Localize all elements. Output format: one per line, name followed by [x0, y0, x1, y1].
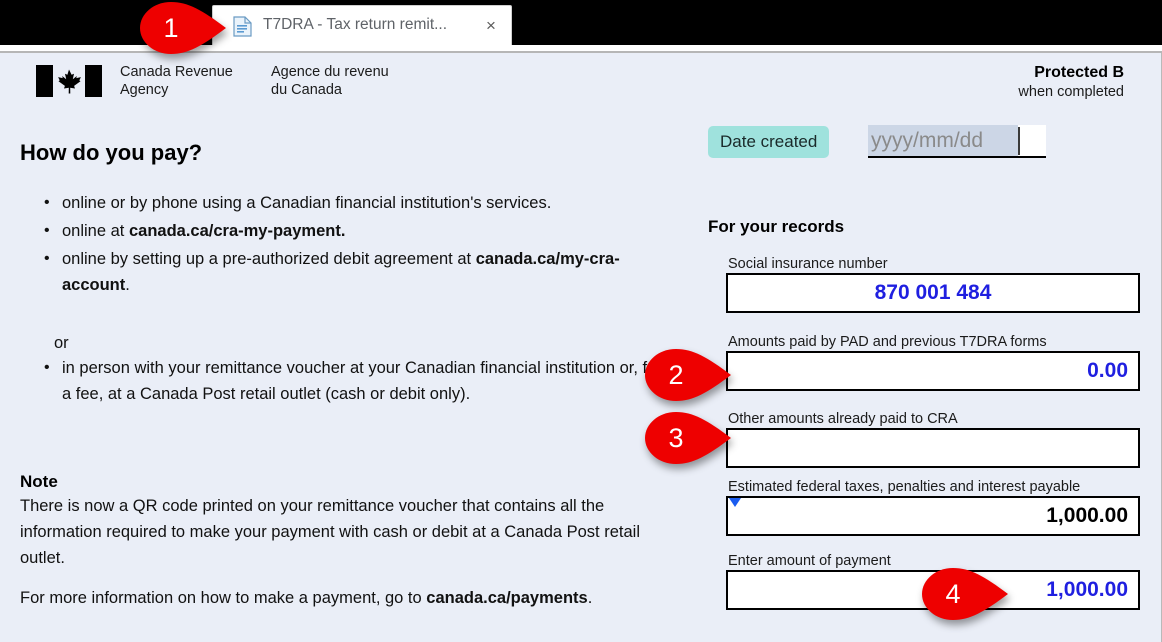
org-en-line1: Canada Revenue — [120, 64, 233, 80]
more-info-suffix: . — [587, 589, 593, 607]
date-created-placeholder: yyyy/mm/dd — [868, 125, 1018, 156]
browser-tab[interactable]: T7DRA - Tax return remit... × — [212, 5, 512, 45]
document-icon — [233, 16, 252, 37]
org-name-french: Agence du revenu du Canada — [271, 63, 389, 99]
page-title: How do you pay? — [20, 140, 203, 165]
or-separator: or — [54, 334, 69, 352]
annotation-number: 4 — [945, 578, 961, 609]
field-input[interactable] — [726, 428, 1140, 468]
in-person-bullet: in person with your remittance voucher a… — [44, 355, 664, 407]
field-value: 1,000.00 — [1046, 504, 1128, 527]
note-text: There is now a QR code printed on your r… — [20, 497, 640, 567]
bullet-tail: . — [125, 276, 130, 294]
payment-methods-list: online or by phone using a Canadian fina… — [44, 190, 674, 300]
field-label: Other amounts already paid to CRA — [728, 411, 958, 427]
field-label: Estimated federal taxes, penalties and i… — [728, 479, 1081, 495]
date-created-input[interactable]: yyyy/mm/dd — [868, 125, 1046, 158]
payment-method-bullet: online by setting up a pre-authorized de… — [44, 246, 674, 298]
org-fr-line2: du Canada — [271, 82, 342, 98]
protected-qualifier: when completed — [1018, 84, 1124, 100]
close-icon[interactable]: × — [481, 16, 501, 36]
field-value: 870 001 484 — [874, 281, 992, 304]
for-your-records-heading: For your records — [708, 217, 845, 236]
screen-root: T7DRA - Tax return remit... × Canada Rev… — [0, 0, 1162, 642]
payment-method-bullet: online at canada.ca/cra-my-payment. — [44, 218, 674, 244]
more-info-link: canada.ca/payments — [426, 589, 588, 607]
field-value: 0.00 — [1087, 359, 1128, 382]
org-fr-line1: Agence du revenu — [271, 64, 389, 80]
org-en-line2: Agency — [120, 82, 169, 98]
field-input[interactable]: 1,000.00 — [726, 496, 1140, 536]
annotation-number: 1 — [163, 12, 179, 43]
protected-classification: Protected B when completed — [1018, 63, 1124, 102]
field-input[interactable]: 870 001 484 — [726, 273, 1140, 313]
field-label: Social insurance number — [728, 256, 888, 272]
record-field: Estimated federal taxes, penalties and i… — [726, 478, 1140, 536]
annotation-marker-3: 3 — [645, 412, 731, 464]
bullet-link-text: canada.ca/cra-my-payment. — [128, 222, 346, 240]
canada-flag-icon — [36, 65, 102, 97]
bullet-text: online by setting up a pre-authorized de… — [62, 250, 476, 268]
annotation-marker-1: 1 — [140, 2, 226, 54]
more-info-text: For more information on how to make a pa… — [20, 585, 680, 611]
field-input[interactable]: 0.00 — [726, 351, 1140, 391]
record-field: Amounts paid by PAD and previous T7DRA f… — [726, 333, 1140, 391]
annotation-marker-4: 4 — [922, 568, 1008, 620]
annotation-number: 2 — [668, 359, 684, 390]
comment-triangle-icon — [729, 498, 741, 507]
note-heading: Note — [20, 472, 58, 491]
field-label: Amounts paid by PAD and previous T7DRA f… — [728, 334, 1047, 350]
bullet-text: online at — [62, 222, 129, 240]
browser-tab-title: T7DRA - Tax return remit... — [263, 16, 448, 33]
record-field: Other amounts already paid to CRA — [726, 410, 1140, 468]
record-field: Social insurance number 870 001 484 — [726, 255, 1140, 313]
annotation-marker-2: 2 — [645, 349, 731, 401]
protected-level: Protected B — [1034, 64, 1124, 81]
bullet-text: online or by phone using a Canadian fina… — [62, 194, 552, 212]
date-created-label: Date created — [708, 126, 830, 158]
text-caret — [1018, 127, 1020, 155]
org-name-english: Canada Revenue Agency — [120, 63, 233, 99]
more-info-prefix: For more information on how to make a pa… — [20, 589, 427, 607]
payment-method-bullet: online or by phone using a Canadian fina… — [44, 190, 674, 216]
annotation-number: 3 — [668, 422, 684, 453]
